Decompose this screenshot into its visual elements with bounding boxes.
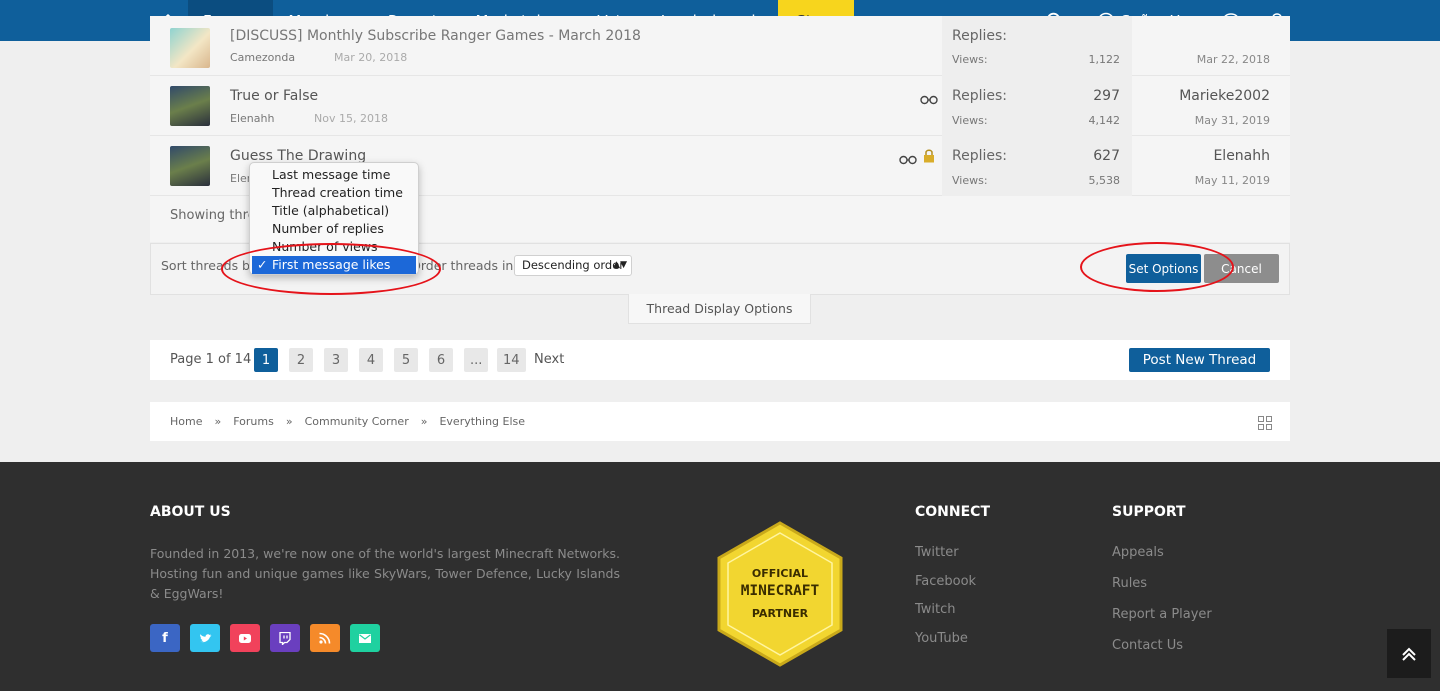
sort-option[interactable]: Title (alphabetical) [252,202,416,220]
thread-author[interactable]: Elenahh [230,112,274,125]
replies-label: Replies: [952,148,1008,164]
contact-us-link[interactable]: Contact Us [1112,638,1183,653]
chevron-up-icon [1402,647,1416,661]
thread-stats: Replies: 627 Views: 5,538 [942,136,1132,196]
last-post-date[interactable]: Mar 22, 2018 [1197,53,1270,66]
thread-stats: Replies: Views: 1,122 [942,16,1132,76]
views-label: Views: [952,53,988,66]
views-label: Views: [952,174,988,187]
sort-option[interactable]: Last message time [252,166,416,184]
lock-icon [923,148,935,167]
page-label: Page 1 of 14 [170,352,252,367]
page-5[interactable]: 5 [394,348,418,372]
page-3[interactable]: 3 [324,348,348,372]
thread-display-options-tab[interactable]: Thread Display Options [628,294,811,324]
twitch-link[interactable]: Twitch [915,602,956,617]
last-post-user[interactable]: Marieke2002 [1179,88,1270,104]
twitter-link[interactable]: Twitter [915,545,959,560]
views-count: 5,538 [1088,174,1121,187]
thread-stats: Replies: 297 Views: 4,142 [942,76,1132,136]
breadcrumb-home[interactable]: Home [170,415,202,428]
about-text: Founded in 2013, we're now one of the wo… [150,546,620,601]
breadcrumb-community-corner[interactable]: Community Corner [305,415,409,428]
avatar[interactable] [170,86,210,126]
page-1[interactable]: 1 [254,348,278,372]
annotation-ring [221,243,441,295]
breadcrumb-separator: » [420,415,428,428]
watched-icon [899,150,917,169]
sort-option[interactable]: Number of replies [252,220,416,238]
views-label: Views: [952,114,988,127]
rules-link[interactable]: Rules [1112,576,1147,591]
page-6[interactable]: 6 [429,348,453,372]
grid-icon[interactable] [1258,415,1272,434]
mail-icon[interactable] [350,624,380,652]
next-link[interactable]: Next [534,352,564,367]
watched-icon [920,90,938,109]
facebook-icon[interactable]: f [150,624,180,652]
avatar[interactable] [170,146,210,186]
sort-option[interactable]: Thread creation time [252,184,416,202]
last-post-date[interactable]: May 11, 2019 [1195,174,1270,187]
page-ellipsis[interactable]: ... [464,348,489,372]
breadcrumb-everything-else[interactable]: Everything Else [439,415,525,428]
thread-date: Nov 15, 2018 [314,112,388,125]
replies-count: 297 [1093,88,1120,104]
views-count: 4,142 [1088,114,1121,127]
rss-icon[interactable] [310,624,340,652]
breadcrumb-separator: » [214,415,222,428]
breadcrumb-forums[interactable]: Forums [233,415,274,428]
thread-row[interactable]: [DISCUSS] Monthly Subscribe Ranger Games… [150,16,1290,76]
badge-official: OFFICIAL [751,567,809,580]
thread-author[interactable]: Camezonda [230,51,295,64]
annotation-ring [1080,242,1234,292]
youtube-icon[interactable] [230,624,260,652]
thread-date: Mar 20, 2018 [334,51,408,64]
page-4[interactable]: 4 [359,348,383,372]
appeals-link[interactable]: Appeals [1112,545,1164,560]
page-14[interactable]: 14 [497,348,526,372]
post-new-thread-button[interactable]: Post New Thread [1129,348,1270,372]
about-title: ABOUT US [150,504,231,520]
report-a-player-link[interactable]: Report a Player [1112,607,1212,622]
badge-minecraft: MINECRAFT [740,583,820,599]
select-arrows-icon: ▲▼ [613,260,627,270]
last-post-user[interactable]: Elenahh [1213,148,1270,164]
connect-title: CONNECT [915,504,990,520]
breadcrumb-trail: Home » Forums » Community Corner » Every… [170,415,525,428]
breadcrumb: Home » Forums » Community Corner » Every… [150,402,1290,441]
thread-row[interactable]: True or False Elenahh Nov 15, 2018 Repli… [150,76,1290,136]
badge-partner: PARTNER [751,607,809,620]
breadcrumb-separator: » [285,415,293,428]
order-select-value: Descending order [522,258,625,272]
support-title: SUPPORT [1112,504,1186,520]
youtube-link[interactable]: YouTube [915,631,968,646]
twitter-icon[interactable] [190,624,220,652]
page-2[interactable]: 2 [289,348,313,372]
thread-title[interactable]: True or False [230,88,318,104]
replies-label: Replies: [952,28,1008,44]
replies-label: Replies: [952,88,1008,104]
last-post-date[interactable]: May 31, 2019 [1195,114,1270,127]
views-count: 1,122 [1088,53,1121,66]
scroll-to-top-button[interactable] [1387,629,1431,678]
official-minecraft-partner-badge: OFFICIAL MINECRAFT PARTNER [716,521,844,667]
order-select[interactable]: Descending order ▲▼ [514,255,632,276]
pagination-bar: Page 1 of 14 [150,340,1290,380]
twitch-icon[interactable] [270,624,300,652]
replies-count: 627 [1093,148,1120,164]
facebook-link[interactable]: Facebook [915,574,976,589]
thread-title[interactable]: [DISCUSS] Monthly Subscribe Ranger Games… [230,28,641,44]
footer: ABOUT US Founded in 2013, we're now one … [0,462,1440,691]
avatar[interactable] [170,28,210,68]
